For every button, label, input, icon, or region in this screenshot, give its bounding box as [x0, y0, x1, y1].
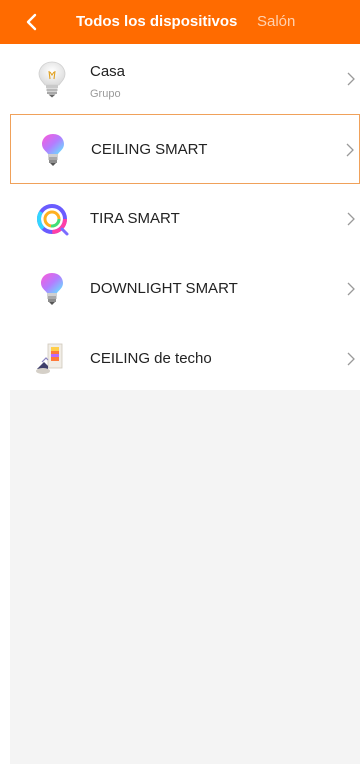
rgb-bulb-icon: [32, 269, 72, 309]
device-row-downlight-smart[interactable]: DOWNLIGHT SMART: [10, 254, 360, 324]
tab-all-devices[interactable]: Todos los dispositivos: [76, 0, 237, 44]
device-name: CEILING SMART: [91, 141, 208, 158]
rgb-bulb-icon: [33, 130, 73, 170]
chevron-right-icon: [347, 72, 355, 86]
ceiling-lamp-icon: [32, 339, 72, 379]
group-bulb-icon: [32, 59, 72, 99]
left-edge-strip: [0, 44, 10, 764]
chevron-right-icon: [347, 212, 355, 226]
chevron-left-icon[interactable]: [20, 10, 44, 34]
device-name: DOWNLIGHT SMART: [90, 280, 238, 297]
device-row-ceiling-de-techo[interactable]: CEILING de techo: [10, 324, 360, 394]
led-strip-icon: [32, 199, 72, 239]
device-name: CEILING de techo: [90, 350, 212, 367]
device-row-tira-smart[interactable]: TIRA SMART: [10, 184, 360, 254]
chevron-right-icon: [346, 143, 354, 157]
device-name: TIRA SMART: [90, 210, 180, 227]
top-bar: Todos los dispositivos Salón: [0, 0, 360, 44]
device-name: Casa: [90, 63, 126, 80]
device-row-ceiling-smart[interactable]: CEILING SMART: [10, 114, 360, 184]
device-subtitle: Grupo: [90, 88, 121, 100]
chevron-right-icon: [347, 352, 355, 366]
tab-salon[interactable]: Salón: [257, 0, 295, 44]
device-list: Casa Grupo CEILING SMART TIRA SMART DOWN…: [10, 44, 360, 390]
device-row-casa[interactable]: Casa Grupo: [10, 44, 360, 114]
chevron-right-icon: [347, 282, 355, 296]
